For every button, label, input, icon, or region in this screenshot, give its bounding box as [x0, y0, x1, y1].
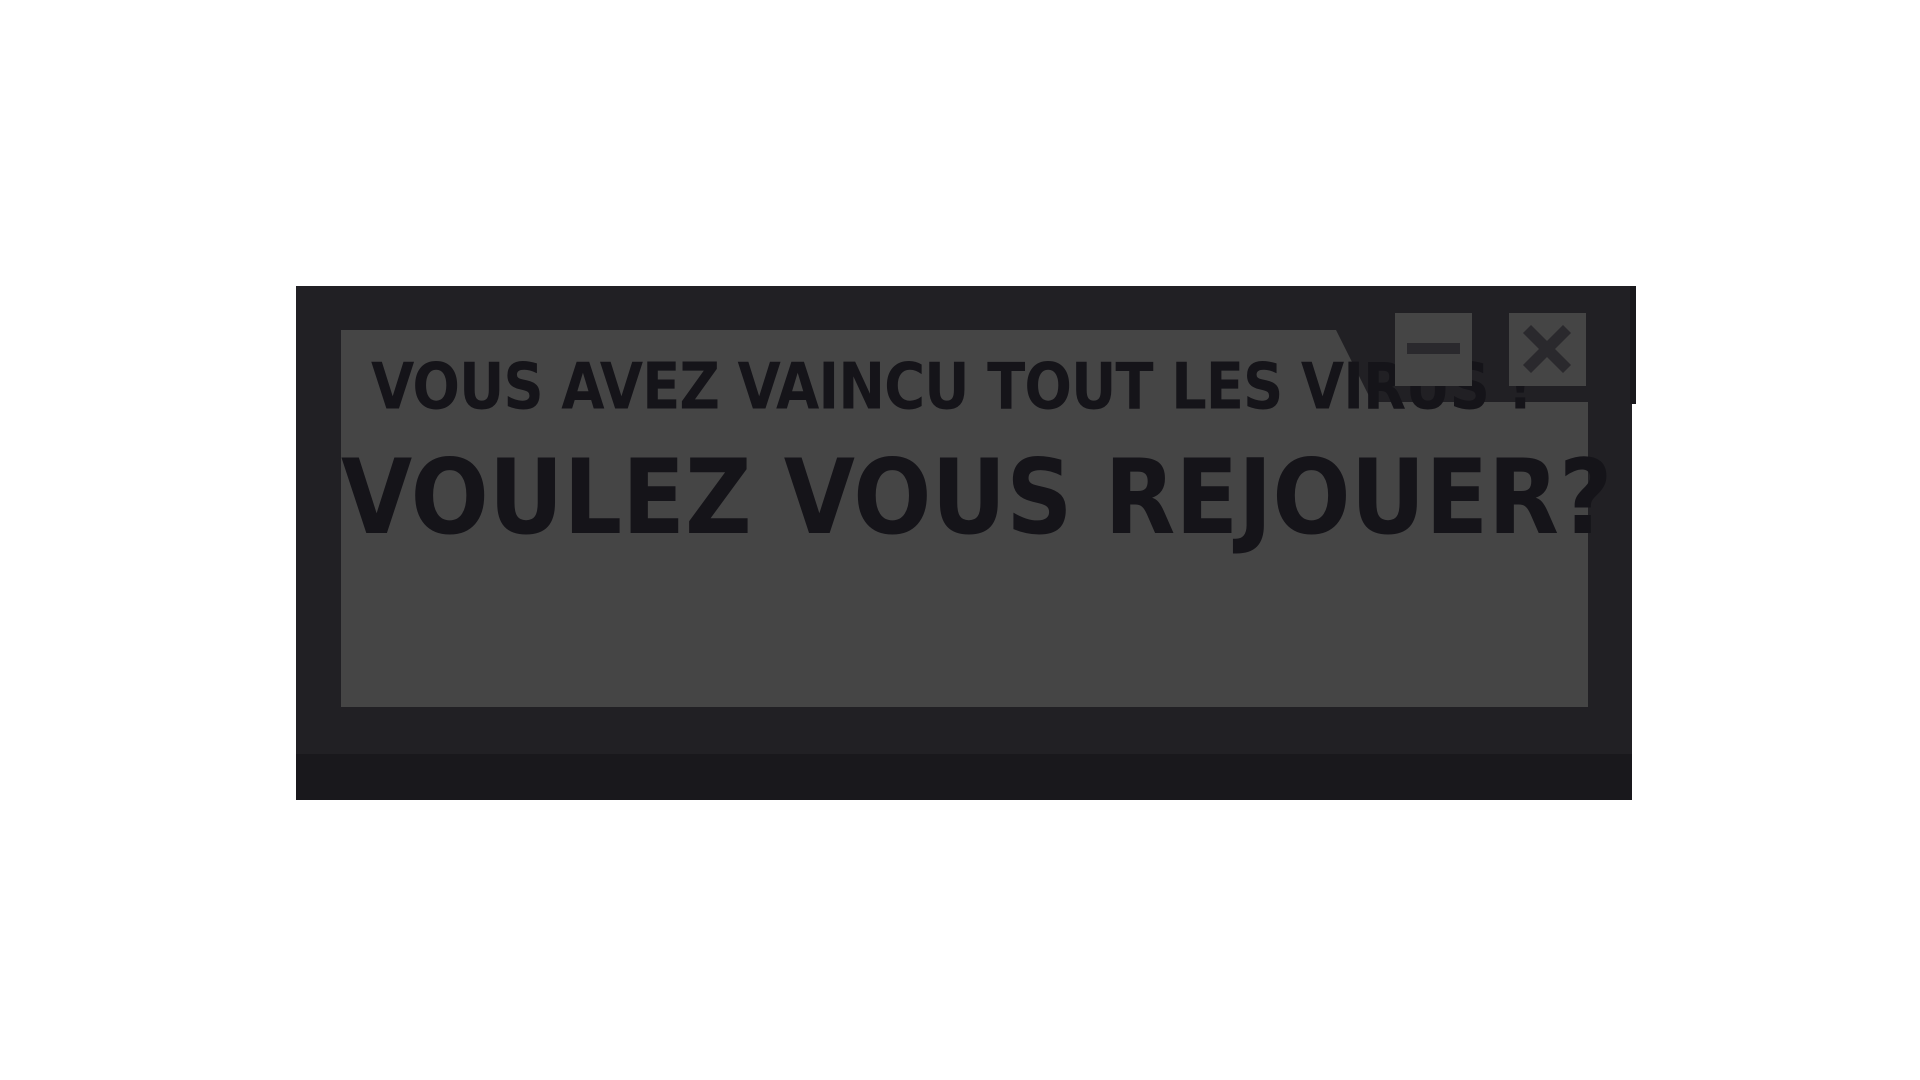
game-stage: VOUS AVEZ VAINCU TOUT LES VIRUS ! VOULEZ…: [0, 0, 1920, 1080]
close-icon: [1523, 325, 1571, 373]
dialog-edge-shadow: [1630, 286, 1636, 404]
close-button[interactable]: [1509, 313, 1586, 386]
minimize-button[interactable]: [1395, 313, 1472, 386]
message-panel: VOUS AVEZ VAINCU TOUT LES VIRUS ! VOULEZ…: [341, 330, 1613, 707]
dialog-bottom-band: [296, 754, 1632, 800]
minimize-icon: [1407, 343, 1460, 354]
victory-headline: VOUS AVEZ VAINCU TOUT LES VIRUS !: [371, 350, 1533, 425]
replay-dialog: VOUS AVEZ VAINCU TOUT LES VIRUS ! VOULEZ…: [296, 286, 1636, 800]
replay-question: VOULEZ VOUS REJOUER?: [341, 438, 1613, 558]
